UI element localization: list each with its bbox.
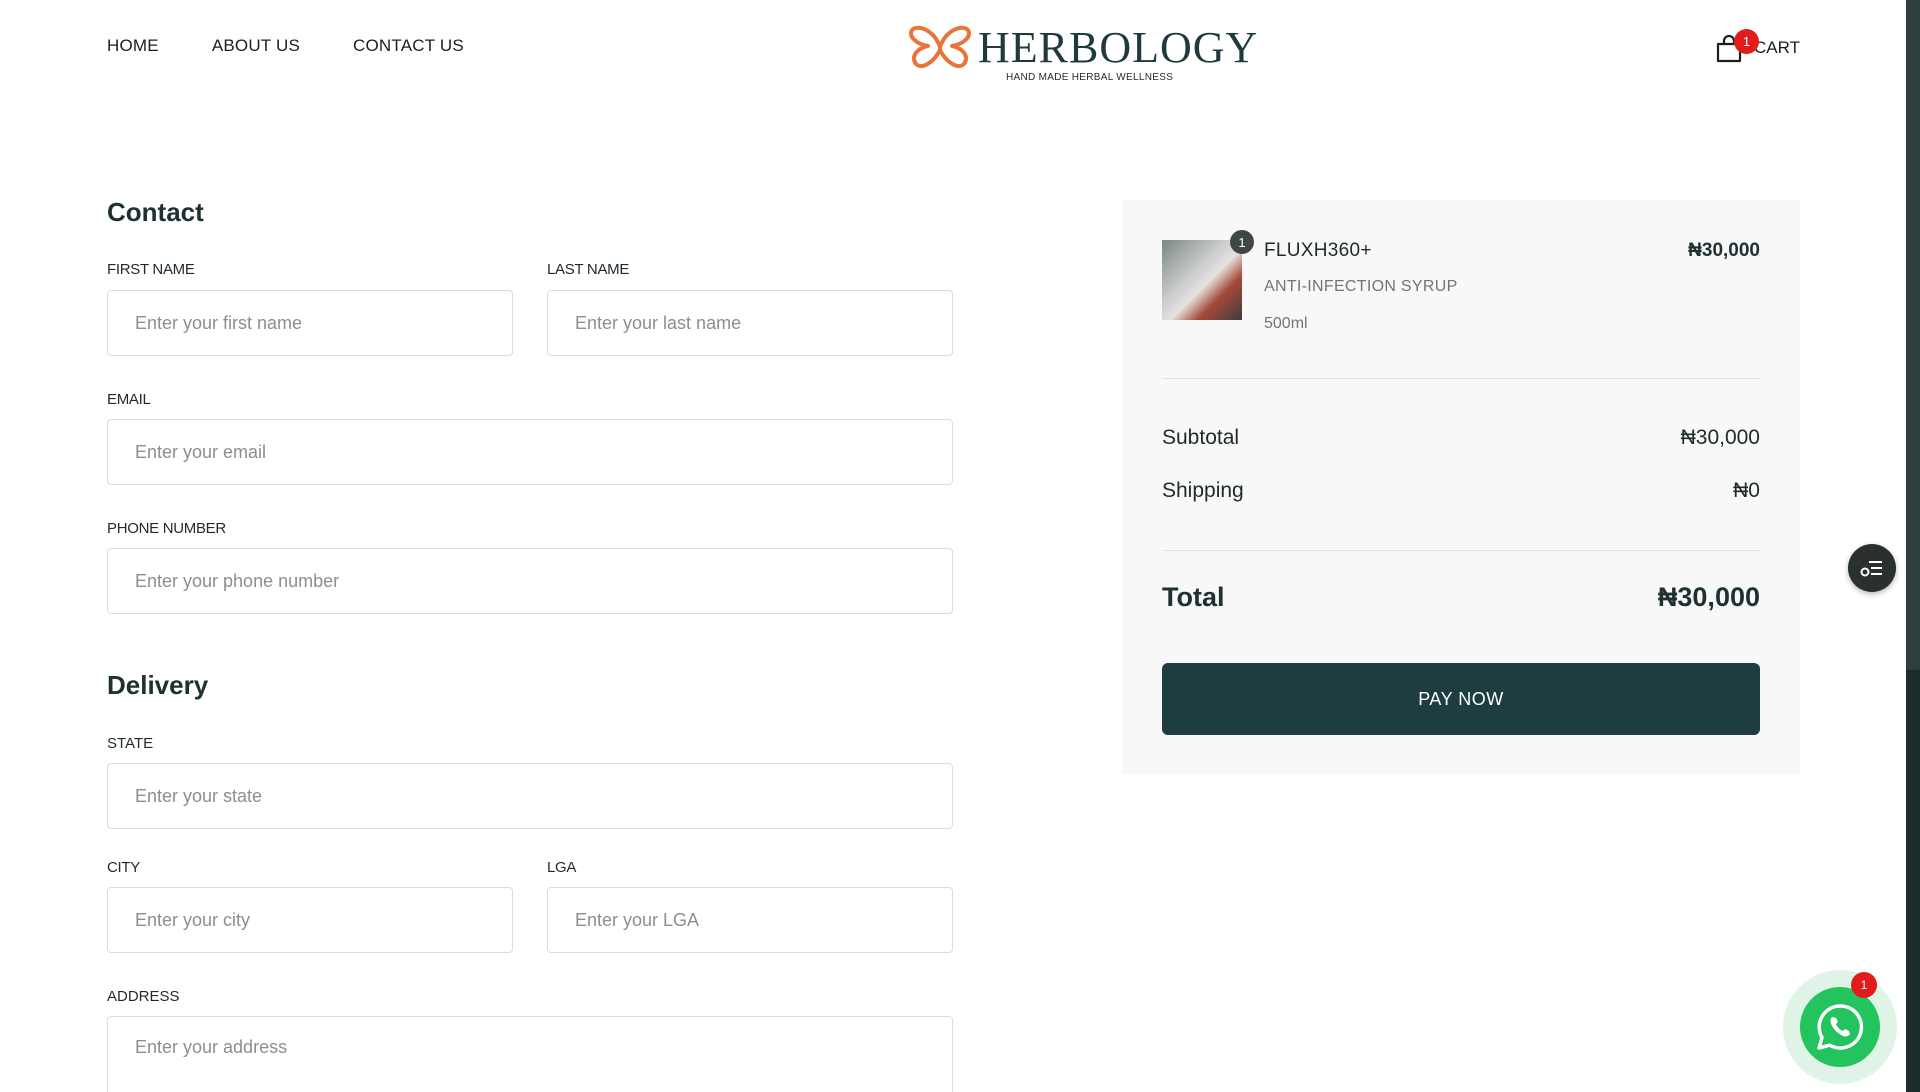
subtotal-value: ₦30,000	[1680, 426, 1760, 449]
first-name-field-wrap	[107, 290, 513, 356]
lga-field-wrap	[547, 887, 953, 953]
lga-label: LGA	[547, 859, 577, 876]
lga-input[interactable]	[548, 888, 952, 952]
email-input[interactable]	[108, 420, 952, 484]
state-input[interactable]	[108, 764, 952, 828]
pay-now-button[interactable]: PAY NOW	[1162, 663, 1760, 735]
total-value: ₦30,000	[1657, 582, 1760, 612]
email-label: EMAIL	[107, 391, 151, 408]
order-summary: 1 FLUXH360+ ANTI-INFECTION SYRUP 500ml ₦…	[1122, 200, 1800, 774]
state-label: STATE	[107, 735, 154, 752]
phone-input[interactable]	[108, 549, 952, 613]
product-size: 500ml	[1264, 315, 1308, 332]
cart-button[interactable]: 1 CART	[1714, 28, 1800, 68]
subtotal-label: Subtotal	[1162, 426, 1240, 449]
whatsapp-widget: 1	[1783, 970, 1897, 1084]
whatsapp-notification-badge: 1	[1851, 972, 1877, 998]
delivery-heading: Delivery	[107, 670, 209, 700]
site-header: HOME ABOUT US CONTACT US HERBOLOGY HAND …	[0, 0, 1920, 92]
shipping-label: Shipping	[1162, 479, 1244, 502]
nav-home-link[interactable]: HOME	[107, 36, 159, 56]
phone-field-wrap	[107, 548, 953, 614]
product-price: ₦30,000	[1688, 240, 1760, 261]
state-field-wrap	[107, 763, 953, 829]
city-field-wrap	[107, 887, 513, 953]
last-name-field-wrap	[547, 290, 953, 356]
nav-contact-link[interactable]: CONTACT US	[353, 36, 464, 56]
shipping-value: ₦0	[1733, 479, 1760, 502]
cart-label: CART	[1754, 38, 1800, 57]
cart-count-badge: 1	[1734, 29, 1759, 54]
address-field-wrap	[107, 1016, 953, 1092]
address-input[interactable]	[108, 1017, 952, 1077]
shopping-bag-icon: 1	[1714, 29, 1759, 63]
main-nav: HOME ABOUT US CONTACT US	[107, 36, 517, 56]
summary-divider	[1162, 378, 1760, 379]
list-settings-icon	[1860, 561, 1882, 577]
site-logo[interactable]: HERBOLOGY HAND MADE HERBAL WELLNESS	[908, 20, 1258, 84]
logo-wordmark: HERBOLOGY	[978, 23, 1259, 72]
whatsapp-button[interactable]	[1800, 987, 1880, 1067]
floating-menu-button[interactable]	[1848, 544, 1896, 592]
total-label: Total	[1162, 582, 1225, 612]
butterfly-logo-icon	[909, 25, 971, 69]
scrollbar-thumb[interactable]	[1906, 0, 1920, 670]
product-subtitle: ANTI-INFECTION SYRUP	[1264, 278, 1458, 295]
email-field-wrap	[107, 419, 953, 485]
summary-divider	[1162, 550, 1760, 551]
city-input[interactable]	[108, 888, 512, 952]
phone-label: PHONE NUMBER	[107, 520, 226, 537]
last-name-input[interactable]	[548, 291, 952, 355]
last-name-label: LAST NAME	[547, 261, 630, 278]
page-scrollbar[interactable]	[1906, 0, 1920, 1092]
whatsapp-icon	[1817, 1004, 1864, 1050]
address-label: ADDRESS	[107, 988, 180, 1005]
contact-heading: Contact	[107, 197, 204, 227]
logo-tagline: HAND MADE HERBAL WELLNESS	[1006, 72, 1174, 83]
product-name: FLUXH360+	[1264, 240, 1372, 261]
city-label: CITY	[107, 859, 140, 876]
product-thumbnail: 1	[1162, 230, 1254, 320]
first-name-label: FIRST NAME	[107, 261, 195, 278]
first-name-input[interactable]	[108, 291, 512, 355]
product-qty-badge: 1	[1230, 230, 1254, 254]
nav-about-link[interactable]: ABOUT US	[212, 36, 300, 56]
